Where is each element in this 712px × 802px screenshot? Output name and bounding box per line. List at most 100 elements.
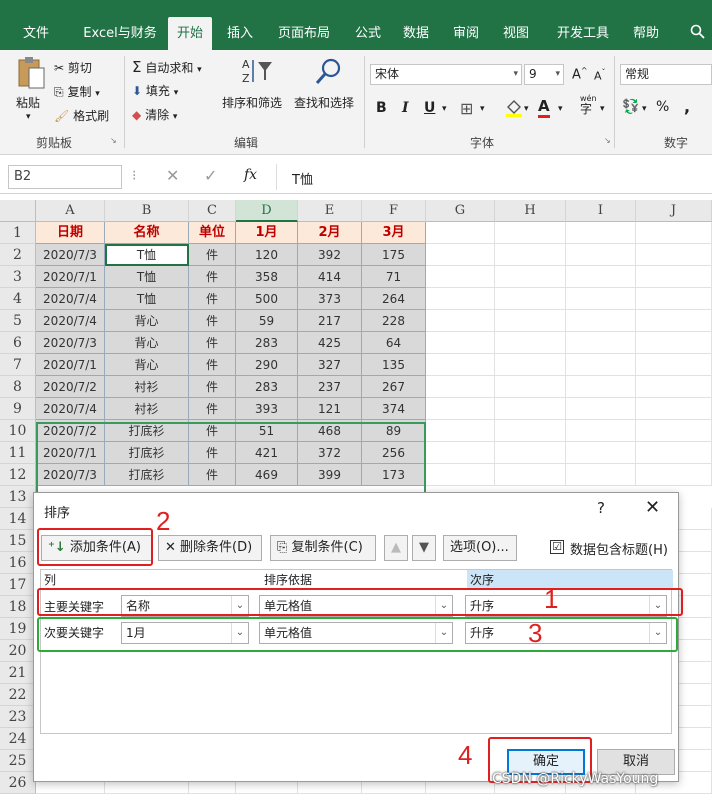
table-cell[interactable]: 393 [236,398,298,420]
header-cell[interactable]: 单位 [189,222,236,244]
borders-dropdown-icon[interactable]: ▾ [480,104,485,114]
table-cell[interactable]: 120 [236,244,298,266]
row-header-2[interactable]: 2 [0,244,36,266]
options-button[interactable]: 选项(O)... [443,535,517,561]
table-cell[interactable]: 2020/7/4 [36,398,105,420]
column-header-c[interactable]: C [189,200,236,222]
copy-condition-button[interactable]: ⎘ 复制条件(C) [270,535,376,561]
tab-view[interactable]: 视图 [496,17,536,50]
table-cell[interactable]: 2020/7/2 [36,376,105,398]
cell[interactable] [495,442,566,464]
table-cell[interactable]: 件 [189,464,236,486]
table-cell[interactable]: 件 [189,354,236,376]
row-header-23[interactable]: 23 [0,706,36,728]
cell[interactable] [426,310,495,332]
table-cell[interactable]: 399 [298,464,362,486]
table-cell[interactable]: 件 [189,442,236,464]
table-cell[interactable]: 392 [298,244,362,266]
magnifier-icon[interactable] [314,56,344,89]
cell[interactable] [426,354,495,376]
font-launcher-icon[interactable]: ↘ [604,136,611,145]
table-cell[interactable]: 件 [189,420,236,442]
row-header-13[interactable]: 13 [0,486,36,508]
row-header-19[interactable]: 19 [0,618,36,640]
cell[interactable] [566,464,636,486]
cell[interactable] [495,398,566,420]
cell[interactable] [566,420,636,442]
fill-color-button[interactable] [504,98,524,121]
shrink-font-button[interactable]: Aˇ [594,68,606,83]
table-cell[interactable]: 89 [362,420,426,442]
move-down-button[interactable]: ▼ [412,535,436,561]
table-cell[interactable]: 2020/7/3 [36,244,105,266]
cell[interactable] [566,376,636,398]
table-cell[interactable]: 414 [298,266,362,288]
table-cell[interactable]: 283 [236,376,298,398]
cell[interactable] [495,266,566,288]
table-cell[interactable]: 背心 [105,332,189,354]
table-cell[interactable]: 51 [236,420,298,442]
cell[interactable] [426,442,495,464]
table-cell[interactable]: 421 [236,442,298,464]
table-cell[interactable]: 背心 [105,354,189,376]
table-cell[interactable]: 228 [362,310,426,332]
cell[interactable] [426,398,495,420]
row-header-16[interactable]: 16 [0,552,36,574]
table-cell[interactable]: 290 [236,354,298,376]
table-cell[interactable]: 打底衫 [105,442,189,464]
sort-filter-icon[interactable]: AZ [240,56,274,89]
table-cell[interactable]: 372 [298,442,362,464]
table-cell[interactable]: 打底衫 [105,464,189,486]
tab-excel-finance[interactable]: Excel与财务 [74,17,166,50]
cell[interactable] [636,266,712,288]
table-cell[interactable]: 件 [189,398,236,420]
tab-file[interactable]: 文件 [12,17,60,50]
cell[interactable] [636,222,712,244]
cell[interactable] [495,420,566,442]
table-cell[interactable]: 425 [298,332,362,354]
table-cell[interactable]: 件 [189,376,236,398]
bold-button[interactable]: B [376,100,387,116]
row-header-12[interactable]: 12 [0,464,36,486]
table-cell[interactable]: 件 [189,332,236,354]
find-select-label[interactable]: 查找和选择 [294,94,354,111]
help-icon[interactable]: ? [597,499,605,517]
column-header-g[interactable]: G [426,200,495,222]
cell[interactable] [636,442,712,464]
header-cell[interactable]: 2月 [298,222,362,244]
cell[interactable] [426,222,495,244]
copy-button[interactable]: ⎘ 复制 ▾ [54,83,100,100]
column-header-j[interactable]: J [636,200,712,222]
tab-data[interactable]: 数据 [396,17,436,50]
row-header-6[interactable]: 6 [0,332,36,354]
fill-color-dropdown-icon[interactable]: ▾ [524,104,529,114]
cell[interactable] [566,222,636,244]
column-header-i[interactable]: I [566,200,636,222]
paste-icon[interactable] [16,56,46,93]
table-cell[interactable]: 2020/7/1 [36,442,105,464]
table-cell[interactable]: 59 [236,310,298,332]
table-cell[interactable]: 327 [298,354,362,376]
row-header-9[interactable]: 9 [0,398,36,420]
table-cell[interactable]: 衬衫 [105,398,189,420]
cell[interactable] [566,244,636,266]
table-cell[interactable]: 237 [298,376,362,398]
row-header-26[interactable]: 26 [0,772,36,794]
row-header-8[interactable]: 8 [0,376,36,398]
table-cell[interactable]: 2020/7/1 [36,354,105,376]
table-cell[interactable]: 背心 [105,310,189,332]
cell[interactable] [636,288,712,310]
table-cell[interactable]: 件 [189,266,236,288]
number-format-select[interactable]: 常规 [620,64,712,85]
clipboard-launcher-icon[interactable]: ↘ [110,136,117,145]
tab-insert[interactable]: 插入 [220,17,260,50]
tab-home[interactable]: 开始 [168,17,212,50]
table-cell[interactable]: 469 [236,464,298,486]
table-cell[interactable]: 件 [189,310,236,332]
cell[interactable] [566,442,636,464]
cell[interactable] [426,244,495,266]
row-header-20[interactable]: 20 [0,640,36,662]
cell[interactable] [426,420,495,442]
sort-filter-label[interactable]: 排序和筛选 [222,94,282,111]
cell[interactable] [636,398,712,420]
